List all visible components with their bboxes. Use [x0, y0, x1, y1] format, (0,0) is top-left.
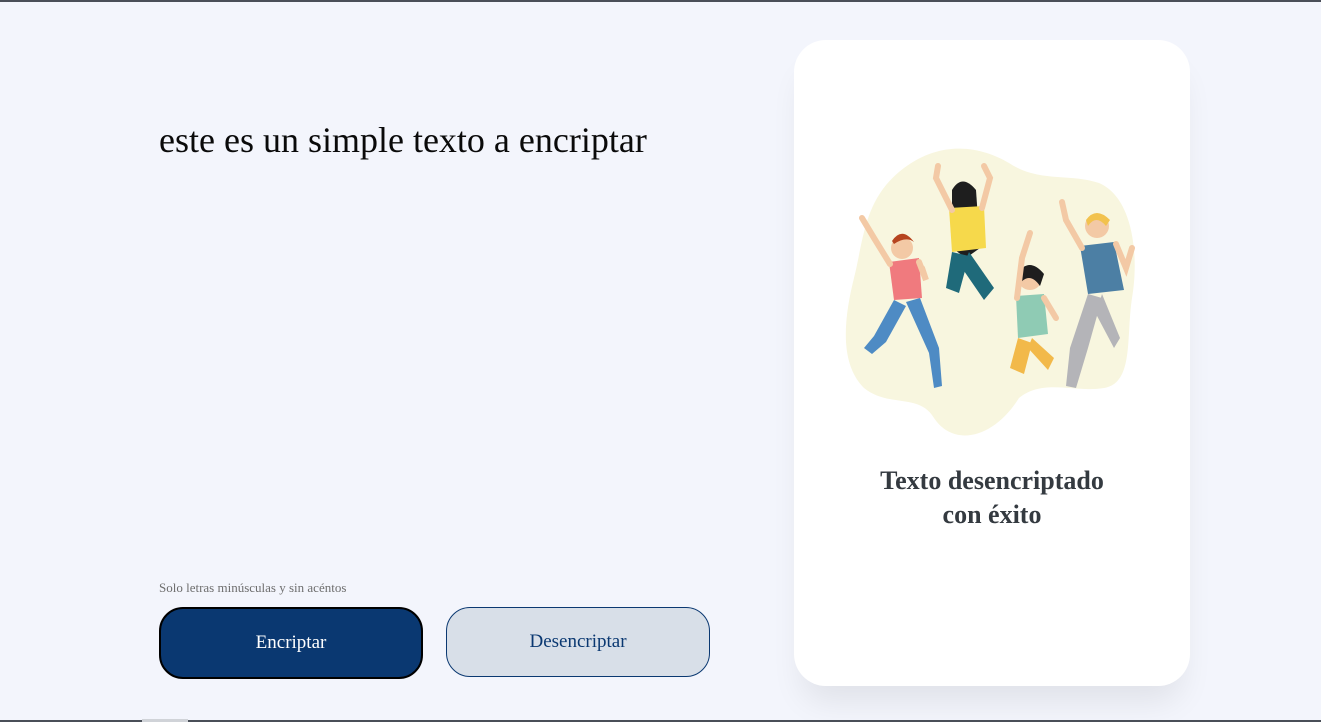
decrypt-button[interactable]: Desencriptar: [446, 607, 710, 677]
encrypt-text-input[interactable]: este es un simple texto a encriptar: [159, 118, 759, 162]
input-hint: Solo letras minúsculas y sin acéntos: [159, 580, 347, 595]
encrypt-button[interactable]: Encriptar: [159, 607, 423, 679]
result-message: Texto desencriptado con éxito: [794, 464, 1190, 532]
jumping-people-illustration: [845, 148, 1135, 436]
result-message-line2: con éxito: [942, 500, 1042, 529]
result-message-line1: Texto desencriptado: [880, 466, 1104, 495]
result-card: Texto desencriptado con éxito: [794, 40, 1190, 686]
